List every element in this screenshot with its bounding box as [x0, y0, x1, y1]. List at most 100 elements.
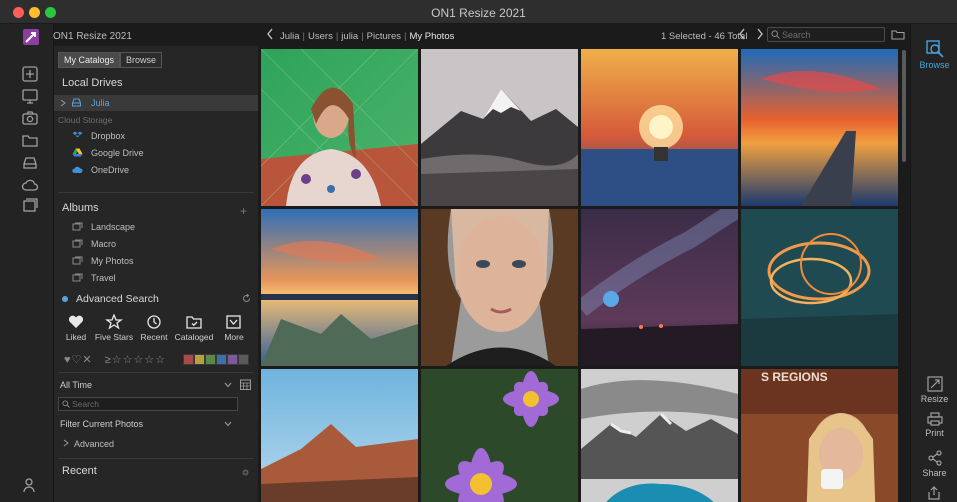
color-swatch[interactable]	[205, 354, 216, 365]
print-module-button[interactable]: Print	[911, 412, 957, 438]
calendar-icon[interactable]	[240, 379, 251, 390]
chevron-right-icon[interactable]	[63, 439, 69, 447]
sidebar-search-input[interactable]	[72, 398, 232, 410]
color-swatch[interactable]	[194, 354, 205, 365]
albums-heading: Albums	[62, 202, 99, 214]
recent-heading: Recent	[62, 465, 97, 477]
filter-recent-button[interactable]: Recent	[132, 314, 176, 344]
like-reject-glyphs[interactable]: ♥♡✕	[64, 354, 93, 366]
back-chevron-icon[interactable]	[266, 28, 274, 40]
advanced-toggle[interactable]: Advanced	[74, 439, 114, 449]
sidebar-item-google-drive[interactable]: Google Drive	[91, 148, 144, 158]
sidebar-item-travel[interactable]: Travel	[91, 273, 116, 283]
camera-icon[interactable]	[20, 110, 40, 128]
module-rail: Browse Resize Print Share	[910, 24, 957, 502]
chevron-down-icon	[224, 382, 232, 388]
photo-thumbnail[interactable]: S REGIONS	[741, 369, 898, 502]
next-chevron-icon[interactable]	[756, 28, 764, 40]
sidebar-item-julia[interactable]: Julia	[54, 95, 258, 111]
cafe-portrait-photo: S REGIONS	[741, 369, 898, 502]
sidebar-item-macro[interactable]: Macro	[91, 239, 116, 249]
color-swatch[interactable]	[238, 354, 249, 365]
rating-filter-row[interactable]: ♥♡✕ ≥☆☆☆☆☆	[64, 353, 166, 366]
filter-current-photos-select[interactable]: Filter Current Photos	[60, 419, 232, 431]
local-drives-heading: Local Drives	[62, 77, 123, 89]
mountain-photo	[421, 49, 578, 206]
photo-thumbnail[interactable]	[421, 49, 578, 206]
breadcrumb-current[interactable]: My Photos	[409, 31, 454, 42]
filter-five-stars-button[interactable]: Five Stars	[92, 314, 136, 344]
gear-icon[interactable]	[241, 468, 250, 477]
photo-thumbnail[interactable]	[261, 49, 418, 206]
filter-cataloged-button[interactable]: Cataloged	[172, 314, 216, 344]
google-drive-icon	[72, 148, 83, 157]
photo-thumbnail[interactable]	[581, 369, 738, 502]
breadcrumb-item[interactable]: Users	[308, 31, 333, 42]
breadcrumb-item[interactable]: julia	[341, 31, 358, 42]
photo-thumbnail[interactable]	[581, 209, 738, 366]
glacier-lake-photo	[581, 369, 738, 502]
chevron-right-icon[interactable]	[60, 99, 66, 107]
breadcrumb-item[interactable]: Julia	[280, 31, 300, 42]
time-range-select[interactable]: All Time	[60, 380, 232, 392]
chevron-down-icon	[224, 421, 232, 427]
app-name: ON1 Resize 2021	[53, 31, 132, 42]
sidebar-item-label: Julia	[91, 98, 110, 108]
share-module-label: Share	[922, 468, 947, 478]
sidebar-item-onedrive[interactable]: OneDrive	[91, 165, 129, 175]
cloud-storage-heading: Cloud Storage	[58, 115, 113, 125]
sidebar-item-dropbox[interactable]: Dropbox	[91, 131, 125, 141]
tab-browse[interactable]: Browse	[120, 52, 163, 68]
breadcrumb-separator: |	[302, 31, 306, 42]
photo-thumbnail[interactable]	[421, 369, 578, 502]
share-module-button[interactable]: Share	[911, 450, 957, 478]
reset-icon[interactable]	[242, 294, 251, 303]
pier-sunset-photo	[741, 49, 898, 206]
resize-icon	[926, 376, 943, 392]
add-album-icon[interactable]: +	[240, 204, 247, 218]
photo-thumbnail[interactable]	[581, 49, 738, 206]
time-range-value: All Time	[60, 380, 93, 390]
grid-scrollbar[interactable]	[902, 50, 906, 162]
albums-icon[interactable]	[20, 196, 40, 214]
photo-thumbnail[interactable]	[421, 209, 578, 366]
sidebar-item-my-photos[interactable]: My Photos	[91, 256, 134, 266]
drive-icon[interactable]	[20, 154, 40, 172]
top-search-input[interactable]	[782, 28, 882, 41]
filter-label: Five Stars	[94, 332, 134, 342]
color-swatch[interactable]	[183, 354, 194, 365]
color-swatch[interactable]	[227, 354, 238, 365]
resize-module-button[interactable]: Resize	[911, 376, 957, 404]
sidebar-item-landscape[interactable]: Landscape	[91, 222, 135, 232]
photo-thumbnail[interactable]	[741, 209, 898, 366]
tab-my-catalogs[interactable]: My Catalogs	[58, 52, 121, 68]
filter-more-button[interactable]: More	[212, 314, 256, 344]
lake-reflection-photo	[261, 209, 418, 366]
resize-module-label: Resize	[920, 394, 949, 404]
export-icon[interactable]	[927, 486, 941, 500]
cloud-icon[interactable]	[20, 176, 40, 194]
star-rating-glyphs[interactable]: ≥☆☆☆☆☆	[105, 354, 166, 366]
photo-thumbnail[interactable]	[741, 49, 898, 206]
filter-label: More	[224, 332, 244, 342]
breadcrumb-item[interactable]: Pictures	[367, 31, 401, 42]
lightbulb-photo	[581, 49, 738, 206]
color-swatch[interactable]	[216, 354, 227, 365]
section-divider	[58, 458, 254, 459]
album-icon	[72, 222, 83, 231]
previous-chevron-icon[interactable]	[738, 28, 746, 40]
top-search-box[interactable]	[767, 27, 885, 42]
album-icon	[72, 239, 83, 248]
people-icon[interactable]	[20, 476, 40, 494]
monitor-icon[interactable]	[20, 88, 40, 106]
breadcrumb: Julia | Users | julia | Pictures | My Photos	[280, 31, 454, 42]
browse-module-button[interactable]: Browse	[911, 40, 957, 70]
add-icon[interactable]	[20, 66, 40, 84]
folder-icon[interactable]	[20, 132, 40, 150]
photo-thumbnail[interactable]	[261, 209, 418, 366]
folder-browse-icon[interactable]	[891, 29, 905, 40]
sidebar-search-box[interactable]	[58, 397, 238, 411]
night-sky-photo	[581, 209, 738, 366]
onedrive-icon	[72, 166, 83, 173]
photo-thumbnail[interactable]	[261, 369, 418, 502]
